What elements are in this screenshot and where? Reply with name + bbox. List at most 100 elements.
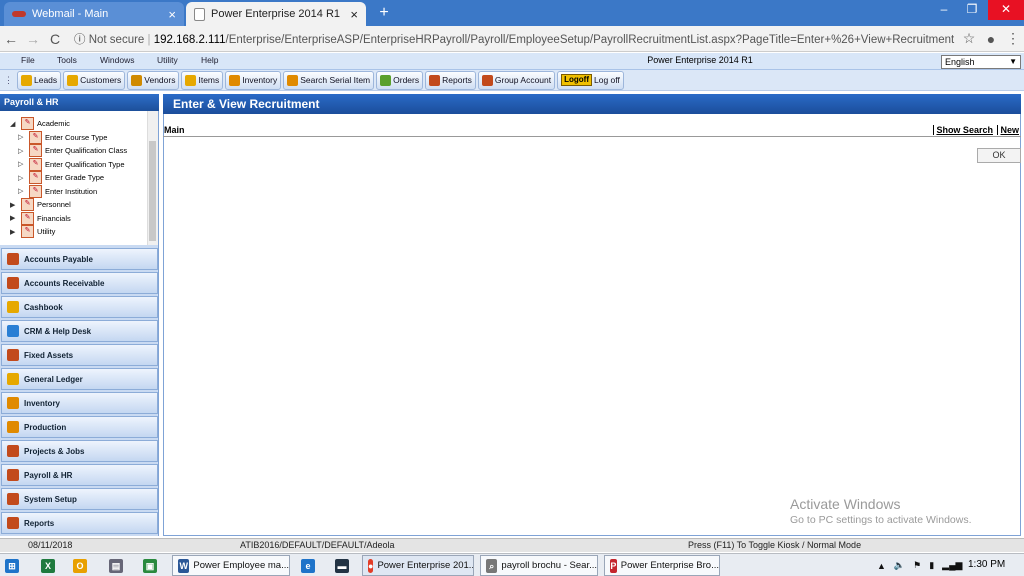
taskbar-window-chrome[interactable]: ● Power Enterprise 201... xyxy=(362,555,474,576)
expand-toggle-icon[interactable]: ▶ xyxy=(10,228,18,236)
tree-node[interactable]: ▶ ✎ Utility xyxy=(0,225,147,239)
module-cashbook[interactable]: Cashbook xyxy=(1,296,158,318)
tab-power-enterprise[interactable]: Power Enterprise 2014 R1 × xyxy=(186,2,366,26)
expand-toggle-icon[interactable]: ◢ xyxy=(10,120,18,128)
reload-button[interactable]: C xyxy=(44,31,66,47)
toolbar-button-label: Leads xyxy=(34,75,58,85)
tree-node[interactable]: ▷ ✎ Enter Course Type xyxy=(0,130,147,145)
toolbar-button-orders[interactable]: Orders xyxy=(376,70,424,90)
taskbar-clock[interactable]: 1:30 PM xyxy=(968,559,1005,570)
taskbar-printer[interactable]: ▤ xyxy=(104,555,130,576)
expand-toggle-icon[interactable]: ▶ xyxy=(10,201,18,209)
bookmark-star-icon[interactable]: ☆ xyxy=(958,30,980,47)
taskbar-window-pdf[interactable]: P Power Enterprise Bro... xyxy=(604,555,720,576)
url-domain: 192.168.2.111 xyxy=(153,33,226,46)
language-value: English xyxy=(945,57,975,67)
module-projects-jobs[interactable]: Projects & Jobs xyxy=(1,440,158,462)
logoff-button[interactable]: Logoff Log off xyxy=(557,70,624,90)
language-select[interactable]: English ▼ xyxy=(941,55,1021,69)
taskbar-app[interactable]: ▣ xyxy=(138,555,164,576)
toolbar-button-vendors[interactable]: Vendors xyxy=(127,70,180,90)
menu-utility[interactable]: Utility xyxy=(157,55,178,65)
tree-node[interactable]: ◢ ✎ Academic xyxy=(0,117,147,131)
start-button[interactable]: ⊞ xyxy=(0,555,32,576)
module-production[interactable]: Production xyxy=(1,416,158,438)
taskbar-excel[interactable]: X xyxy=(36,555,62,576)
module-fixed-assets[interactable]: Fixed Assets xyxy=(1,344,158,366)
show-search-link[interactable]: Show Search xyxy=(933,125,993,135)
network-icon[interactable]: ▂▄▆ xyxy=(942,560,962,571)
module-icon xyxy=(7,421,19,433)
menu-windows[interactable]: Windows xyxy=(100,55,134,65)
back-button[interactable]: ← xyxy=(0,31,22,47)
toolbar-button-items[interactable]: Items xyxy=(181,70,224,90)
expand-toggle-icon[interactable]: ▷ xyxy=(18,160,26,168)
tree-node[interactable]: ▷ ✎ Enter Qualification Type xyxy=(0,157,147,172)
tab-close-icon[interactable]: × xyxy=(350,7,358,22)
flag-icon[interactable]: ⚑ xyxy=(913,560,921,571)
folder-icon: ✎ xyxy=(21,225,34,239)
taskbar-outlook[interactable]: O xyxy=(68,555,94,576)
search-serial-icon xyxy=(287,74,299,86)
new-link[interactable]: New xyxy=(997,125,1019,135)
logoff-label: Log off xyxy=(594,75,620,85)
battery-icon[interactable]: ▮ xyxy=(929,560,934,571)
expand-toggle-icon[interactable]: ▷ xyxy=(18,174,26,182)
close-window-button[interactable]: ✕ xyxy=(988,0,1024,20)
module-accounts-receivable[interactable]: Accounts Receivable xyxy=(1,272,158,294)
volume-icon[interactable]: 🔈 xyxy=(894,560,905,571)
chrome-icon: ● xyxy=(368,558,374,573)
tree-node[interactable]: ▶ ✎ Personnel xyxy=(0,198,147,212)
module-icon xyxy=(7,301,19,313)
taskbar-window-word[interactable]: W Power Employee ma... xyxy=(172,555,290,576)
module-reports[interactable]: Reports xyxy=(1,512,158,534)
module-general-ledger[interactable]: General Ledger xyxy=(1,368,158,390)
toolbar-button-leads[interactable]: Leads xyxy=(17,70,62,90)
taskbar-terminal[interactable]: ▬ xyxy=(330,555,356,576)
forward-button[interactable]: → xyxy=(22,31,44,47)
toolbar-button-search-serial-item[interactable]: Search Serial Item xyxy=(283,70,375,90)
tree-node[interactable]: ▶ ✎ Financials xyxy=(0,211,147,226)
module-accounts-payable[interactable]: Accounts Payable xyxy=(1,248,158,270)
expand-toggle-icon[interactable]: ▷ xyxy=(18,187,26,195)
toolbar-button-reports[interactable]: Reports xyxy=(425,70,476,90)
minimize-button[interactable]: – xyxy=(930,0,958,20)
system-tray[interactable]: ▲ 🔈 ⚑ ▮ ▂▄▆ xyxy=(872,555,964,576)
module-crm-help-desk[interactable]: CRM & Help Desk xyxy=(1,320,158,342)
expand-toggle-icon[interactable]: ▷ xyxy=(18,147,26,155)
url-field[interactable]: ⓘ Not secure | 192.168.2.111/Enterprise/… xyxy=(74,31,958,47)
expand-toggle-icon[interactable]: ▶ xyxy=(10,214,18,222)
module-tree: ◢ ✎ Academic ▷ ✎ Enter Course Type ▷ ✎ Enter Qua… xyxy=(0,111,147,245)
tree-node[interactable]: ▷ ✎ Enter Institution xyxy=(0,184,147,199)
menu-tools[interactable]: Tools xyxy=(57,55,77,65)
toolbar-button-inventory[interactable]: Inventory xyxy=(225,70,282,90)
app-icon: ▣ xyxy=(143,558,157,573)
menu-file[interactable]: File xyxy=(21,55,35,65)
toolbar-button-label: Customers xyxy=(80,75,122,85)
expand-toggle-icon[interactable]: ▷ xyxy=(18,133,26,141)
module-icon xyxy=(7,493,19,505)
taskbar-window-search[interactable]: ⌕ payroll brochu - Sear... xyxy=(480,555,598,576)
taskbar-ie[interactable]: e xyxy=(296,555,322,576)
module-payroll-hr[interactable]: Payroll & HR xyxy=(1,464,158,486)
tab-close-icon[interactable]: × xyxy=(168,7,176,22)
scrollbar-thumb[interactable] xyxy=(149,141,156,241)
browser-menu-icon[interactable]: ⋮ xyxy=(1002,30,1024,47)
tree-node-label: Enter Course Type xyxy=(45,132,108,142)
ok-button[interactable]: OK xyxy=(977,148,1021,163)
tray-arrow-icon[interactable]: ▲ xyxy=(877,561,886,571)
word-icon: W xyxy=(178,558,190,573)
new-tab-button[interactable]: + xyxy=(374,3,394,23)
maximize-button[interactable]: ❐ xyxy=(958,0,986,20)
info-icon[interactable]: ⓘ xyxy=(74,34,86,46)
module-system-setup[interactable]: System Setup xyxy=(1,488,158,510)
module-inventory[interactable]: Inventory xyxy=(1,392,158,414)
account-icon[interactable]: ● xyxy=(980,31,1002,47)
toolbar-button-label: Vendors xyxy=(144,75,176,85)
tree-node[interactable]: ▷ ✎ Enter Grade Type xyxy=(0,171,147,185)
toolbar-button-customers[interactable]: Customers xyxy=(63,70,126,90)
toolbar-button-group-account[interactable]: Group Account xyxy=(477,70,556,90)
menu-help[interactable]: Help xyxy=(201,55,218,65)
tab-webmail[interactable]: Webmail - Main × xyxy=(4,2,184,26)
tree-node[interactable]: ▷ ✎ Enter Qualification Class xyxy=(0,144,147,158)
